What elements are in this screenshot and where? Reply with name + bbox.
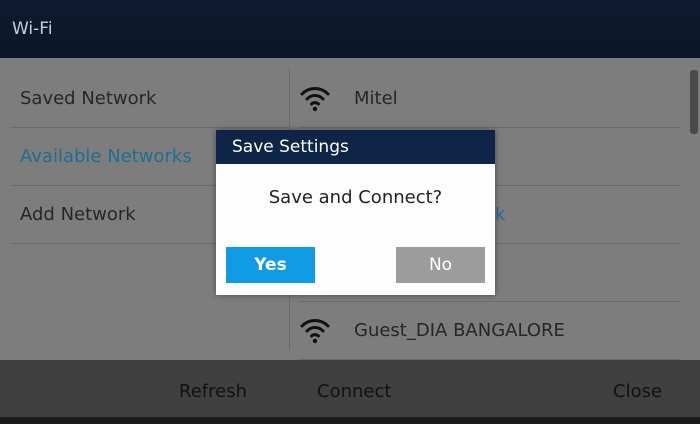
scrollbar[interactable] xyxy=(690,70,698,134)
dialog-title: Save Settings xyxy=(216,130,495,164)
no-button[interactable]: No xyxy=(396,247,485,283)
network-row-mitel[interactable]: Mitel xyxy=(298,70,680,128)
wifi-icon xyxy=(300,319,330,344)
network-name: Mitel xyxy=(354,88,398,109)
network-row-guest[interactable]: Guest_DIA BANGALORE xyxy=(298,302,680,360)
network-name-fragment: k xyxy=(495,204,506,225)
network-name: Guest_DIA BANGALORE xyxy=(354,320,565,341)
menu-item-saved-network[interactable]: Saved Network xyxy=(10,70,290,128)
close-softkey[interactable]: Close xyxy=(613,360,662,417)
wifi-icon xyxy=(300,87,330,112)
softkey-bar: Refresh Connect Close xyxy=(0,360,700,417)
connect-softkey[interactable]: Connect xyxy=(317,360,391,417)
save-settings-dialog: Save Settings Save and Connect? Yes No xyxy=(216,130,495,295)
dialog-message: Save and Connect? xyxy=(268,187,443,208)
yes-button[interactable]: Yes xyxy=(226,247,315,283)
wifi-screen: Wi-Fi Saved Network Available Networks A… xyxy=(0,0,700,417)
window-title: Wi-Fi xyxy=(0,0,700,58)
refresh-softkey[interactable]: Refresh xyxy=(179,360,247,417)
